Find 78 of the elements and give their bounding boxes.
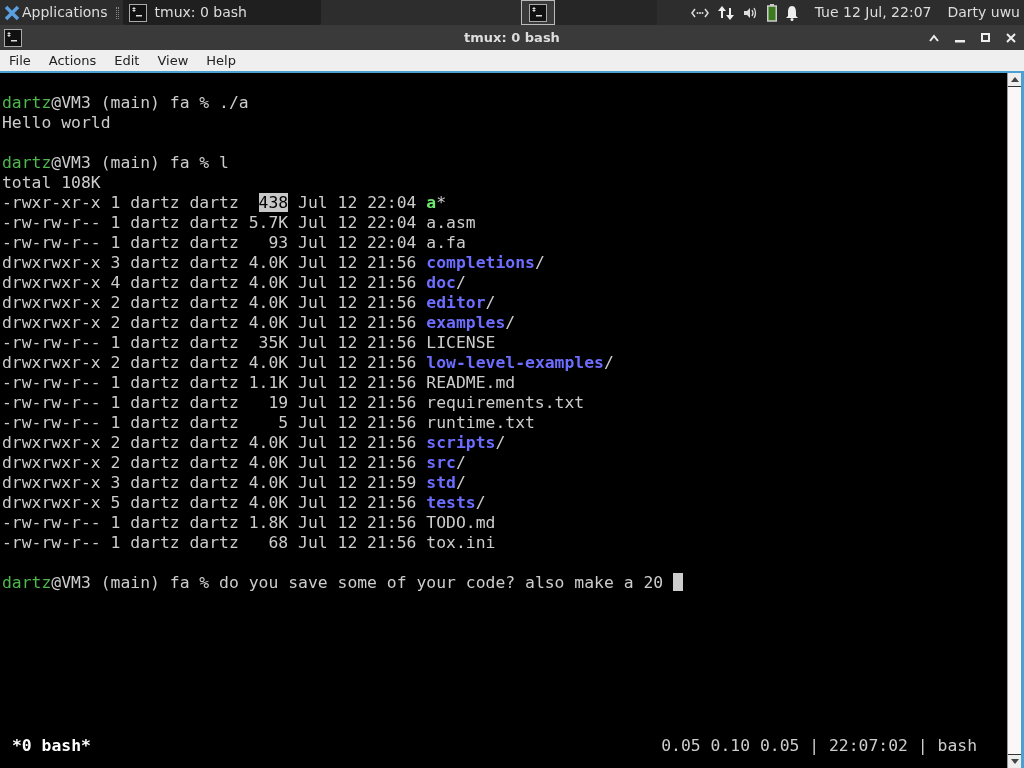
terminal-text: total 108K	[2, 173, 101, 192]
terminal-text: /	[495, 433, 506, 452]
tmux-status-info: 0.05 0.10 0.05 | 22:07:02 | bash	[661, 736, 977, 756]
terminal-text: @VM3 (main) fa % l	[51, 153, 229, 172]
terminal-text: -rw-rw-r-- 1 dartz dartz 68 Jul 12 21:56 tox.ini	[2, 533, 496, 552]
terminal-text: -rw-rw-r-- 1 dartz dartz 19 Jul 12 21:56 requirements.txt	[2, 393, 585, 412]
bell-icon[interactable]	[784, 4, 799, 21]
terminal-text: /	[485, 293, 496, 312]
terminal-text: *	[436, 193, 447, 212]
executable-name: a	[426, 193, 437, 212]
terminal-text: /	[603, 353, 614, 372]
directory-name: doc	[426, 273, 456, 292]
scroll-up-icon[interactable]	[1008, 73, 1021, 87]
user-name[interactable]: Darty uwu	[947, 2, 1020, 23]
close-icon[interactable]	[1006, 32, 1016, 43]
directory-name: tests	[426, 493, 476, 512]
terminal-text: /	[475, 493, 486, 512]
terminal-text: Jul 12 22:04	[297, 193, 418, 212]
directory-name: low-level-examples	[426, 353, 604, 372]
terminal-text: -rw-rw-r-- 1 dartz dartz 5.7K Jul 12 22:04 a.asm	[2, 213, 476, 232]
terminal-text: drwxrwxr-x 2 dartz dartz 4.0K Jul 12 21:56	[2, 453, 418, 472]
terminal-text: /	[505, 313, 516, 332]
terminal-text: drwxrwxr-x 2 dartz dartz 4.0K Jul 12 21:56	[2, 433, 418, 452]
workspace-button[interactable]	[520, 0, 555, 25]
x-logo-icon	[4, 4, 20, 21]
network-icon[interactable]	[690, 6, 709, 19]
terminal-text: drwxrwxr-x 2 dartz dartz 4.0K Jul 12 21:56	[2, 293, 418, 312]
terminal-text: @VM3 (main) fa % do you save some of your code? also make a 20	[51, 573, 665, 592]
terminal-text: Hello world	[2, 113, 111, 132]
scroll-down-icon[interactable]	[1008, 754, 1021, 768]
taskbar-button[interactable]: tmux: 0 bash	[122, 0, 321, 25]
menu-item[interactable]: Edit	[105, 50, 149, 71]
menu-item[interactable]: Help	[197, 50, 245, 71]
terminal-text: drwxrwxr-x 5 dartz dartz 4.0K Jul 12 21:56	[2, 493, 418, 512]
shade-icon[interactable]	[929, 33, 939, 42]
directory-name: examples	[426, 313, 506, 332]
directory-name: editor	[426, 293, 486, 312]
terminal-text: -rw-rw-r-- 1 dartz dartz 1.8K Jul 12 21:56 TODO.md	[2, 513, 496, 532]
terminal-text: -rw-rw-r-- 1 dartz dartz 1.1K Jul 12 21:56 README.md	[2, 373, 516, 392]
clock[interactable]: Tue 12 Jul, 22:07	[814, 2, 932, 23]
directory-name: src	[426, 453, 456, 472]
terminal-text: drwxrwxr-x 4 dartz dartz 4.0K Jul 12 21:56	[2, 273, 418, 292]
terminal-text: -rwxr-xr-x 1 dartz dartz	[2, 193, 240, 212]
scrollbar-track[interactable]	[1007, 73, 1021, 768]
terminal-text: drwxrwxr-x 3 dartz dartz 4.0K Jul 12 21:59	[2, 473, 418, 492]
maximize-icon[interactable]	[981, 33, 990, 42]
applications-menu[interactable]: Applications	[0, 0, 112, 25]
directory-name: scripts	[426, 433, 496, 452]
terminal-text: /	[455, 273, 466, 292]
window-title: tmux: 0 bash	[464, 28, 560, 47]
terminal-text: -rw-rw-r-- 1 dartz dartz 35K Jul 12 21:56 LICENSE	[2, 333, 496, 352]
text-cursor-icon	[673, 573, 684, 591]
terminal-text: -rw-rw-r-- 1 dartz dartz 93 Jul 12 22:04 a.fa	[2, 233, 466, 252]
terminal-text: -rw-rw-r-- 1 dartz dartz 5 Jul 12 21:56 runtime.txt	[2, 413, 535, 432]
menu-item[interactable]: Actions	[39, 50, 106, 71]
prompt-user: dartz	[2, 153, 52, 172]
tmux-window-label[interactable]: *0 bash*	[12, 736, 91, 756]
volume-icon[interactable]	[742, 5, 759, 20]
separator-handle-icon	[115, 6, 119, 19]
terminal-text: /	[455, 453, 466, 472]
workspace-button[interactable]	[554, 0, 589, 25]
prompt-user: dartz	[2, 93, 52, 112]
prompt-user: dartz	[2, 573, 52, 592]
terminal-text: /	[455, 473, 466, 492]
terminal-text: drwxrwxr-x 2 dartz dartz 4.0K Jul 12 21:56	[2, 353, 418, 372]
terminal-text: drwxrwxr-x 3 dartz dartz 4.0K Jul 12 21:56	[2, 253, 418, 272]
terminal-text: /	[534, 253, 545, 272]
battery-icon[interactable]	[766, 3, 777, 22]
terminal-icon	[128, 3, 147, 22]
directory-name: std	[426, 473, 456, 492]
menu-item[interactable]: File	[0, 50, 40, 71]
terminal-text: @VM3 (main) fa % ./a	[51, 93, 249, 112]
selected-text: 438	[258, 193, 289, 212]
menu-item[interactable]: View	[148, 50, 198, 71]
terminal-text: drwxrwxr-x 2 dartz dartz 4.0K Jul 12 21:56	[2, 313, 418, 332]
window-icon	[4, 28, 22, 47]
terminal-icon	[528, 3, 547, 22]
directory-name: completions	[426, 253, 535, 272]
